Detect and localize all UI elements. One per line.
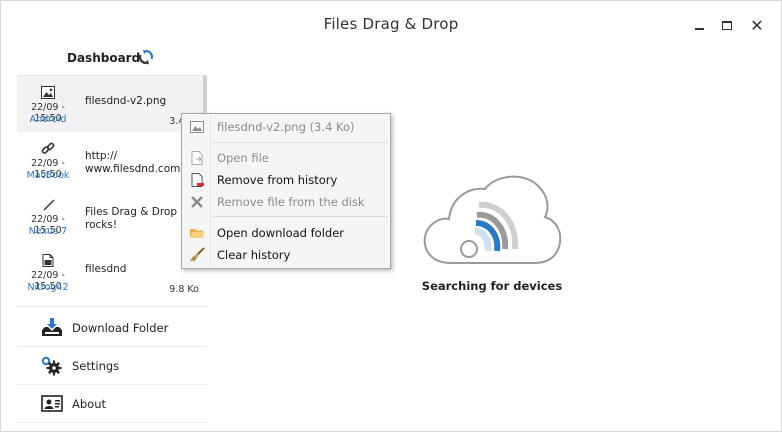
file-icon xyxy=(42,254,54,267)
ctx-open-download-folder[interactable]: Open download folder xyxy=(184,222,388,244)
refresh-icon[interactable] xyxy=(138,49,154,65)
minimize-icon xyxy=(694,28,704,30)
cloud-wifi-icon xyxy=(423,175,562,264)
ctx-remove-from-disk-label: Remove file from the disk xyxy=(217,195,365,209)
ctx-clear-history[interactable]: Clear history xyxy=(184,244,388,266)
history-device: Nexus 7 xyxy=(28,226,68,237)
history-size: 9.8 Ko xyxy=(169,284,199,295)
close-button[interactable]: ✕ xyxy=(747,15,767,35)
ctx-open-download-folder-label: Open download folder xyxy=(217,226,345,240)
about-button[interactable]: About xyxy=(17,385,207,423)
settings-button[interactable]: Settings xyxy=(17,347,207,385)
download-folder-label: Download Folder xyxy=(72,321,169,335)
window-title: Files Drag & Drop xyxy=(323,15,459,33)
close-icon: ✕ xyxy=(750,15,764,35)
delete-x-icon xyxy=(191,196,203,208)
history-item[interactable]: 22/09 - 15:50 Nexus 7 Files Drag & Drop … xyxy=(17,188,203,244)
history-list: 22/09 - 15:50 Android filesdnd-v2.png 3.… xyxy=(17,75,207,307)
history-device: Android xyxy=(29,114,67,125)
link-icon xyxy=(41,142,55,154)
image-icon xyxy=(190,121,204,133)
ctx-open-file[interactable]: Open file xyxy=(184,147,388,169)
status-text: Searching for devices xyxy=(421,279,563,293)
remove-history-icon xyxy=(191,173,204,187)
ctx-remove-from-disk[interactable]: Remove file from the disk xyxy=(184,191,388,213)
menu-separator xyxy=(212,142,388,143)
dashboard-title: Dashboard xyxy=(67,51,141,65)
image-icon xyxy=(41,86,55,99)
history-device: MacBook xyxy=(26,170,70,181)
maximize-icon xyxy=(722,20,732,30)
context-menu-header: filesdnd-v2.png (3.4 Ko) xyxy=(184,116,388,138)
title-bar: Files Drag & Drop ✕ xyxy=(1,1,781,47)
broom-icon xyxy=(190,247,205,262)
settings-gears-icon xyxy=(41,356,62,376)
context-menu: filesdnd-v2.png (3.4 Ko) Open file Remov… xyxy=(181,113,391,269)
about-label: About xyxy=(72,397,107,411)
context-menu-header-label: filesdnd-v2.png (3.4 Ko) xyxy=(217,120,355,134)
ctx-clear-history-label: Clear history xyxy=(217,248,291,262)
menu-separator xyxy=(212,216,388,217)
app-window: Files Drag & Drop ✕ Dashboard 22/09 - 15… xyxy=(0,0,782,432)
about-card-icon xyxy=(41,395,63,412)
ctx-remove-from-history-label: Remove from history xyxy=(217,173,338,187)
download-folder-button[interactable]: Download Folder xyxy=(17,309,207,347)
minimize-button[interactable] xyxy=(689,15,709,35)
ctx-open-file-label: Open file xyxy=(217,151,269,165)
history-item[interactable]: 22/09 - 15:50 Nitrog42 filesdnd 9.8 Ko xyxy=(17,244,203,300)
sidebar: Dashboard 22/09 - 15:50 Android filesdnd… xyxy=(17,45,207,425)
download-folder-icon xyxy=(42,318,62,336)
settings-label: Settings xyxy=(72,359,120,373)
folder-icon xyxy=(190,229,205,238)
pen-icon xyxy=(43,199,55,211)
ctx-remove-from-history[interactable]: Remove from history xyxy=(184,169,388,191)
history-filename: filesdnd-v2.png xyxy=(85,95,167,107)
history-device: Nitrog42 xyxy=(27,282,69,293)
open-file-icon xyxy=(191,151,203,165)
dashboard-header: Dashboard xyxy=(17,45,207,73)
maximize-button[interactable] xyxy=(717,15,737,35)
history-item[interactable]: 22/09 - 15:50 Android filesdnd-v2.png 3.… xyxy=(17,76,203,132)
history-item[interactable]: 22/09 - 15:50 MacBook http:// www.filesd… xyxy=(17,132,203,188)
